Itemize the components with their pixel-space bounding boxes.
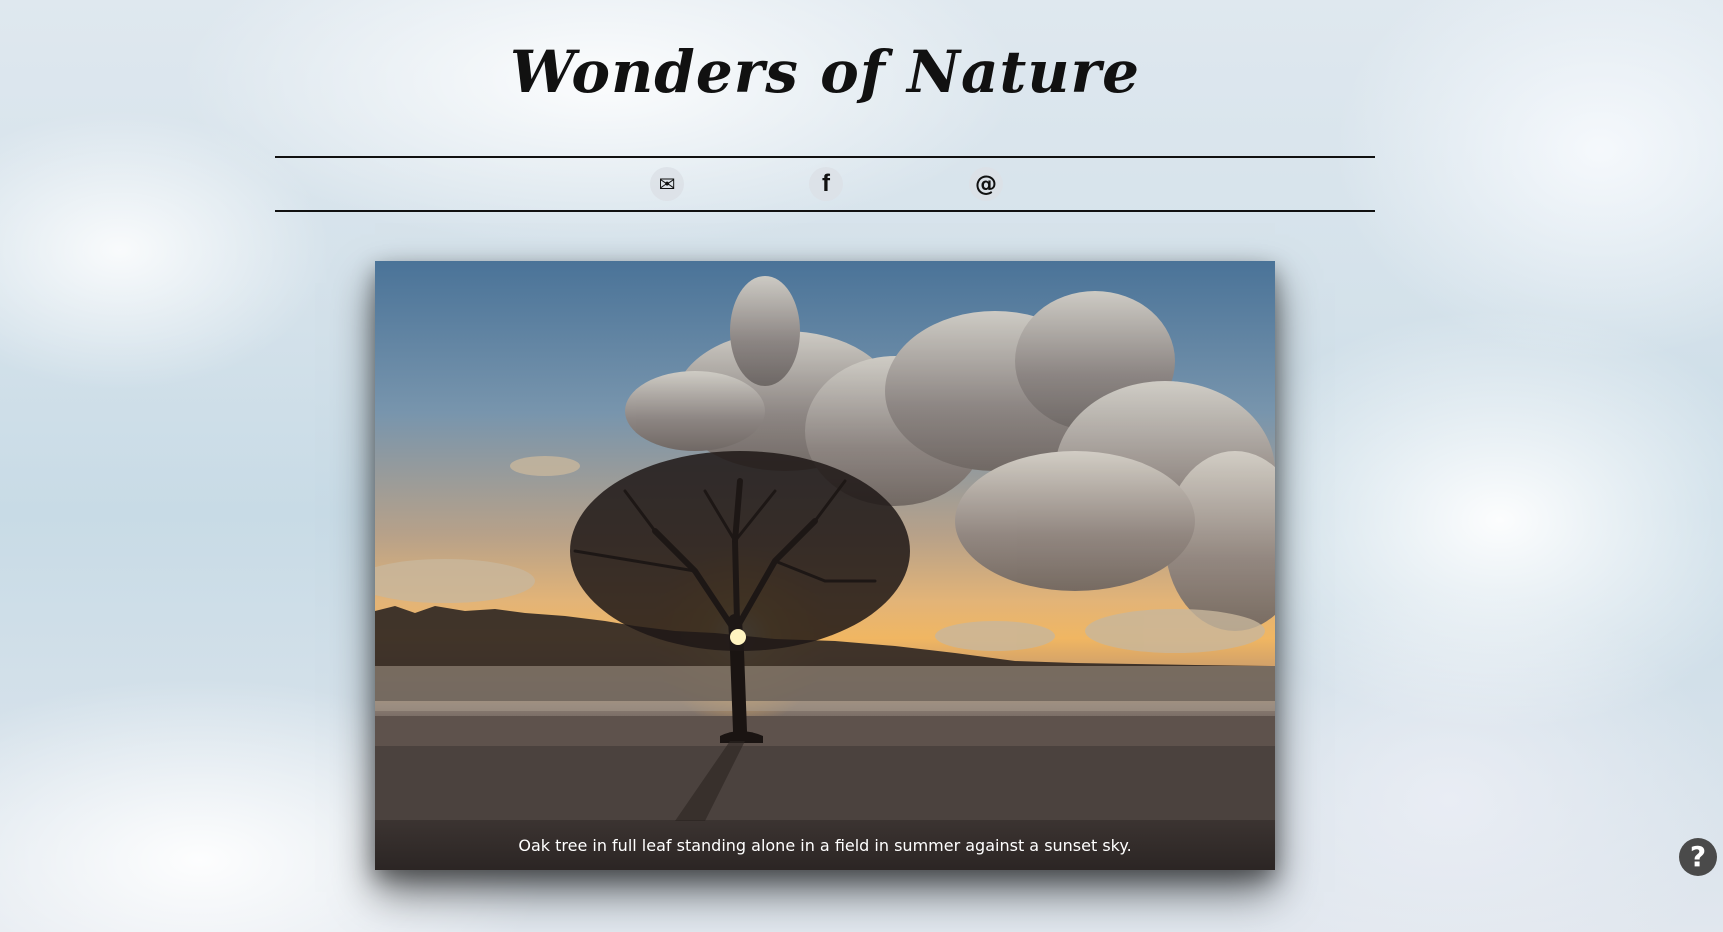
help-icon[interactable]: ? <box>1679 838 1717 876</box>
sunset-tree-image <box>375 276 1275 870</box>
social-nav-bar: ✉ f @ <box>275 156 1375 212</box>
facebook-icon[interactable]: f <box>809 167 843 201</box>
mail-icon[interactable]: ✉ <box>650 167 684 201</box>
at-sign-icon[interactable]: @ <box>969 167 1003 201</box>
page-title: Wonders of Nature <box>510 38 1140 106</box>
featured-photo: Oak tree in full leaf standing alone in … <box>375 261 1275 870</box>
photo-caption: Oak tree in full leaf standing alone in … <box>375 820 1275 870</box>
